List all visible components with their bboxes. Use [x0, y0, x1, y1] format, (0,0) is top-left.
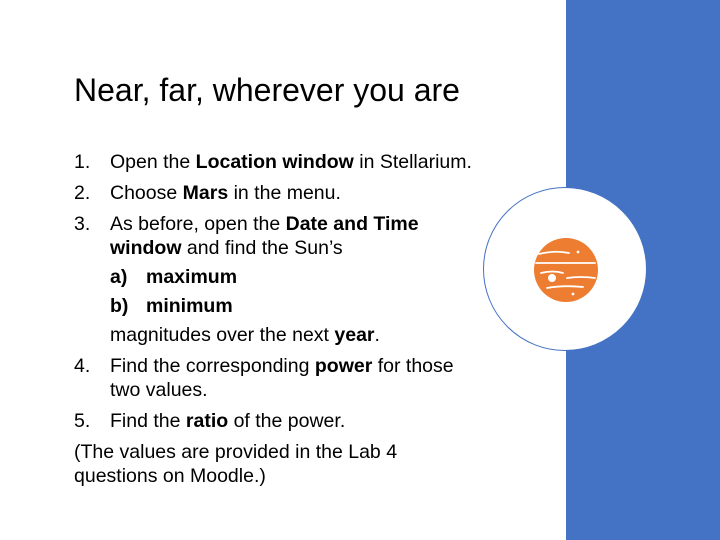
- sub-item: a) maximum: [110, 265, 474, 289]
- list-item: 3. As before, open the Date and Time win…: [74, 212, 474, 347]
- footnote: (The values are provided in the Lab 4 qu…: [74, 441, 398, 487]
- sub-item-letter: b): [110, 295, 129, 317]
- slide: Near, far, wherever you are 1. Open the …: [0, 0, 720, 540]
- slide-title: Near, far, wherever you are: [74, 72, 460, 108]
- step-text: Choose Mars in the menu.: [110, 182, 341, 204]
- step-number: 1.: [74, 151, 91, 173]
- sub-item: b) minimum: [110, 294, 474, 318]
- list-item: 1. Open the Location window in Stellariu…: [74, 150, 474, 174]
- list-item: 4. Find the corresponding power for thos…: [74, 354, 474, 402]
- step-continuation: magnitudes over the next year.: [110, 324, 380, 346]
- list-item: 2. Choose Mars in the menu.: [74, 181, 474, 205]
- step-number: 2.: [74, 182, 91, 204]
- step-number: 4.: [74, 355, 91, 377]
- sub-item-text: maximum: [146, 266, 238, 288]
- jupiter-planet-icon: [534, 238, 598, 302]
- step-text: Find the corresponding power for those t…: [110, 355, 454, 401]
- list-item: 5. Find the ratio of the power.: [74, 409, 474, 433]
- sub-item-letter: a): [110, 266, 128, 288]
- sub-item-text: minimum: [146, 295, 233, 317]
- step-number: 3.: [74, 213, 91, 235]
- step-number: 5.: [74, 410, 91, 432]
- step-text: As before, open the Date and Time window…: [110, 213, 419, 259]
- step-text: Open the Location window in Stellarium.: [110, 151, 472, 173]
- instruction-list: 1. Open the Location window in Stellariu…: [74, 150, 474, 488]
- step-text: Find the ratio of the power.: [110, 410, 346, 432]
